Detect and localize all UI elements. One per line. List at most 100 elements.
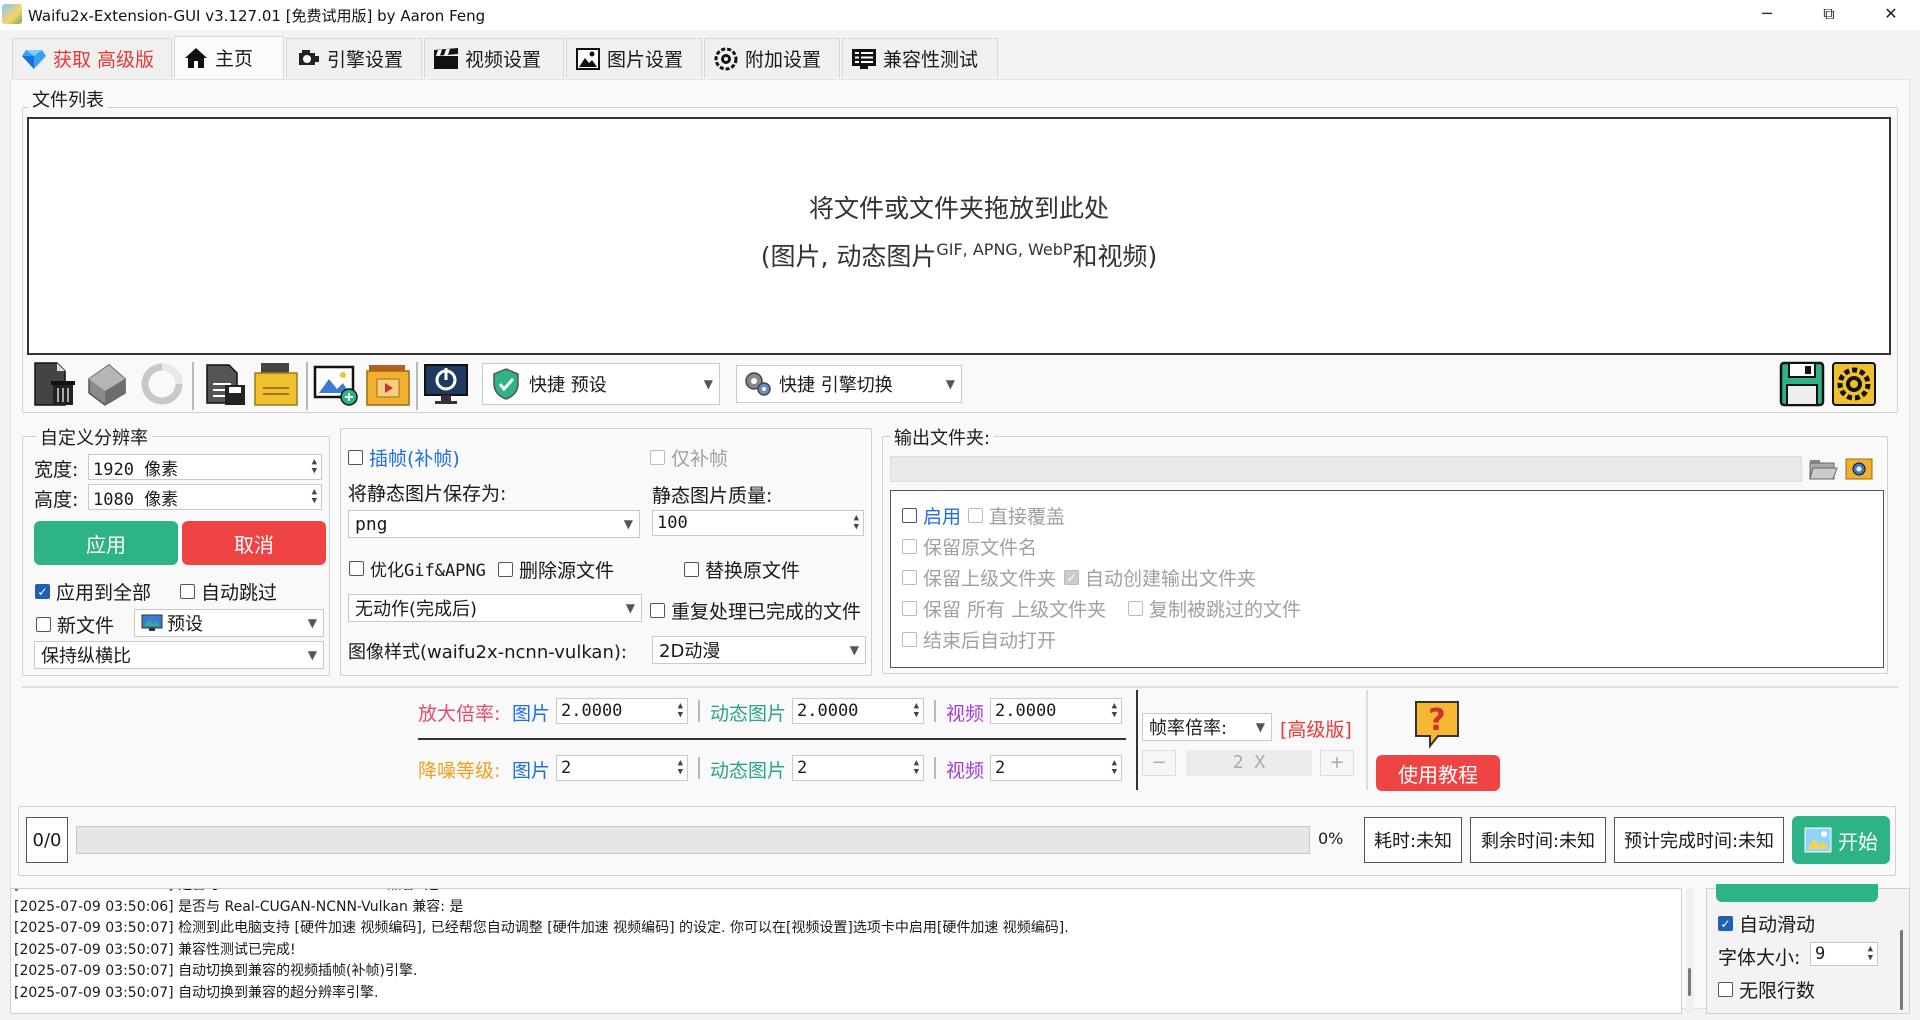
log-line: [2025-07-09 03:50:06] 是否与 Anime4K-NCNN-V… [14, 889, 1681, 897]
add-image-button[interactable] [312, 360, 360, 408]
width-value: 1920 像素 [93, 459, 179, 480]
apply-to-all-label: 应用到全部 [56, 582, 152, 604]
trash-file-icon [34, 362, 75, 406]
settings-button[interactable] [1830, 360, 1878, 408]
new-file-checkbox[interactable]: 新文件 [36, 611, 114, 638]
scale-anim-spinbox[interactable]: 2.0000 ▲ ▼ [792, 698, 924, 724]
quick-engine-switch-combo[interactable]: 快捷 引擎切换 ▼ [736, 365, 962, 403]
tab-video-settings[interactable]: 视频设置 [424, 38, 564, 78]
auto-create-folder-checkbox[interactable]: ✓ 自动创建输出文件夹 [1064, 564, 1256, 591]
overwrite-checkbox[interactable]: 直接覆盖 [968, 502, 1065, 529]
optimize-gif-checkbox[interactable]: 优化Gif&APNG [349, 556, 486, 581]
drop-hint-formats: GIF, APNG, WebP [936, 240, 1073, 259]
quick-preset-value: 快捷 预设 [529, 375, 607, 396]
denoise-video-value: 2 [995, 758, 1006, 778]
keep-parent-folder-checkbox[interactable]: 保留上级文件夹 [902, 564, 1056, 591]
static-format-combo[interactable]: png ▼ [348, 510, 640, 538]
font-size-spinbox[interactable]: 9 ▲ ▼ [1810, 942, 1878, 966]
open-output-folder-button[interactable] [1844, 454, 1874, 484]
file-drop-area[interactable]: 将文件或文件夹拖放到此处 (图片, 动态图片GIF, APNG, WebP和视频… [27, 117, 1891, 355]
spin-arrows-icon: ▲ ▼ [1867, 944, 1873, 963]
tab-get-premium[interactable]: 获取 高级版 [12, 38, 172, 78]
delete-file-button[interactable] [30, 360, 78, 408]
clear-list-button[interactable] [82, 360, 130, 408]
replace-original-checkbox[interactable]: 替换原文件 [684, 556, 800, 583]
browse-folder-button[interactable] [1808, 454, 1838, 484]
spin-arrows-icon: ▲ ▼ [913, 758, 919, 777]
denoise-image-spinbox[interactable]: 2 ▲ ▼ [556, 755, 688, 781]
scale-video-spinbox[interactable]: 2.0000 ▲ ▼ [990, 698, 1122, 724]
spin-arrows-icon: ▲ ▼ [311, 457, 317, 476]
diamond-icon [21, 46, 47, 72]
denoise-anim-spinbox[interactable]: 2 ▲ ▼ [792, 755, 924, 781]
keep-all-parent-checkbox[interactable]: 保留 所有 上级文件夹 [902, 595, 1106, 622]
scale-image-spinbox[interactable]: 2.0000 ▲ ▼ [556, 698, 688, 724]
output-path-input[interactable] [890, 456, 1802, 482]
load-list-button[interactable] [252, 360, 300, 408]
add-folder-button[interactable] [364, 360, 412, 408]
resolution-preset-combo[interactable]: 预设 ▼ [134, 609, 324, 637]
output-enable-checkbox[interactable]: 启用 [902, 502, 961, 529]
open-after-finish-checkbox[interactable]: 结束后自动打开 [902, 626, 1056, 653]
frame-rate-plus-button[interactable]: + [1320, 750, 1354, 776]
aspect-ratio-combo[interactable]: 保持纵横比 ▼ [34, 641, 324, 669]
denoise-image-value: 2 [561, 758, 572, 778]
log-line: [2025-07-09 03:50:07] 自动切换到兼容的视频插帧(补帧)引擎… [14, 963, 418, 979]
copy-skipped-checkbox[interactable]: 复制被跳过的文件 [1128, 595, 1301, 622]
reprocess-finished-checkbox[interactable]: 重复处理已完成的文件 [650, 597, 861, 624]
checkbox-checked-icon: ✓ [1064, 570, 1079, 585]
eraser-icon [88, 364, 126, 406]
title-bar: Waifu2x-Extension-GUI v3.127.01 [免费试用版] … [0, 0, 1920, 30]
apply-resolution-button[interactable]: 应用 [34, 521, 178, 565]
elapsed-time: 耗时:未知 [1364, 817, 1462, 863]
estimated-finish-time: 预计完成时间:未知 [1614, 817, 1784, 863]
denoise-video-spinbox[interactable]: 2 ▲ ▼ [990, 755, 1122, 781]
frame-rate-minus-button[interactable]: − [1142, 750, 1176, 776]
apply-to-all-checkbox[interactable]: ✓ 应用到全部 [35, 578, 151, 605]
file-list-icon [206, 364, 245, 405]
start-button[interactable]: 开始 [1792, 816, 1890, 864]
custom-resolution-label: 自定义分辨率 [36, 424, 152, 450]
output-enable-label: 启用 [923, 506, 962, 528]
delete-source-checkbox[interactable]: 删除源文件 [498, 556, 614, 583]
save-list-button[interactable] [200, 360, 248, 408]
tab-additional-settings[interactable]: 附加设置 [704, 38, 840, 78]
checkbox-icon [349, 561, 364, 576]
tab-compatibility-test[interactable]: 兼容性测试 [842, 38, 998, 78]
engine-icon [295, 46, 321, 72]
chevron-down-icon: ▼ [625, 601, 635, 615]
height-spinbox[interactable]: 1080 像素 ▲ ▼ [88, 484, 322, 510]
frame-rate-value: 2 X [1186, 750, 1312, 776]
width-spinbox[interactable]: 1920 像素 ▲ ▼ [88, 454, 322, 480]
auto-skip-checkbox[interactable]: 自动跳过 [180, 578, 277, 605]
frame-interpolation-checkbox[interactable]: 插帧(补帧) [348, 444, 460, 471]
close-button[interactable]: ✕ [1866, 0, 1916, 30]
reprocess-finished-label: 重复处理已完成的文件 [671, 601, 862, 623]
tutorial-button[interactable]: 使用教程 [1376, 755, 1500, 791]
image-style-combo[interactable]: 2D动漫 ▼ [652, 636, 866, 664]
maximize-button[interactable]: ⧉ [1804, 0, 1854, 30]
replace-original-label: 替换原文件 [705, 560, 801, 582]
minimize-button[interactable]: ─ [1742, 0, 1792, 30]
unlimited-lines-checkbox[interactable]: 无限行数 [1718, 976, 1815, 1003]
log-scrollbar[interactable] [1686, 888, 1694, 1014]
keep-filename-label: 保留原文件名 [923, 537, 1038, 559]
quick-preset-combo[interactable]: 快捷 预设 ▼ [482, 363, 720, 405]
post-action-combo[interactable]: 无动作(完成后) ▼ [348, 594, 642, 622]
static-quality-spinbox[interactable]: 100 ▲ ▼ [652, 510, 864, 536]
save-settings-button[interactable] [1778, 360, 1826, 408]
interpolate-only-checkbox[interactable]: 仅补帧 [650, 444, 728, 471]
tab-home[interactable]: 主页 [174, 36, 284, 78]
frame-rate-multiplier-combo[interactable]: 帧率倍率: ▼ [1142, 713, 1272, 741]
tab-engine-settings[interactable]: 引擎设置 [286, 38, 422, 78]
section-divider [22, 686, 1898, 688]
cancel-resolution-button[interactable]: 取消 [182, 521, 326, 565]
compatibility-test-button[interactable] [1716, 884, 1878, 902]
scrollbar-thumb[interactable] [1688, 968, 1691, 996]
auto-scroll-checkbox[interactable]: ✓ 自动滑动 [1718, 910, 1815, 937]
keep-filename-checkbox[interactable]: 保留原文件名 [902, 533, 1037, 560]
options-scrollbar[interactable] [1900, 930, 1903, 1010]
shutdown-after-button[interactable] [422, 360, 470, 408]
reset-status-button[interactable] [138, 360, 186, 408]
tab-image-settings[interactable]: 图片设置 [566, 38, 702, 78]
